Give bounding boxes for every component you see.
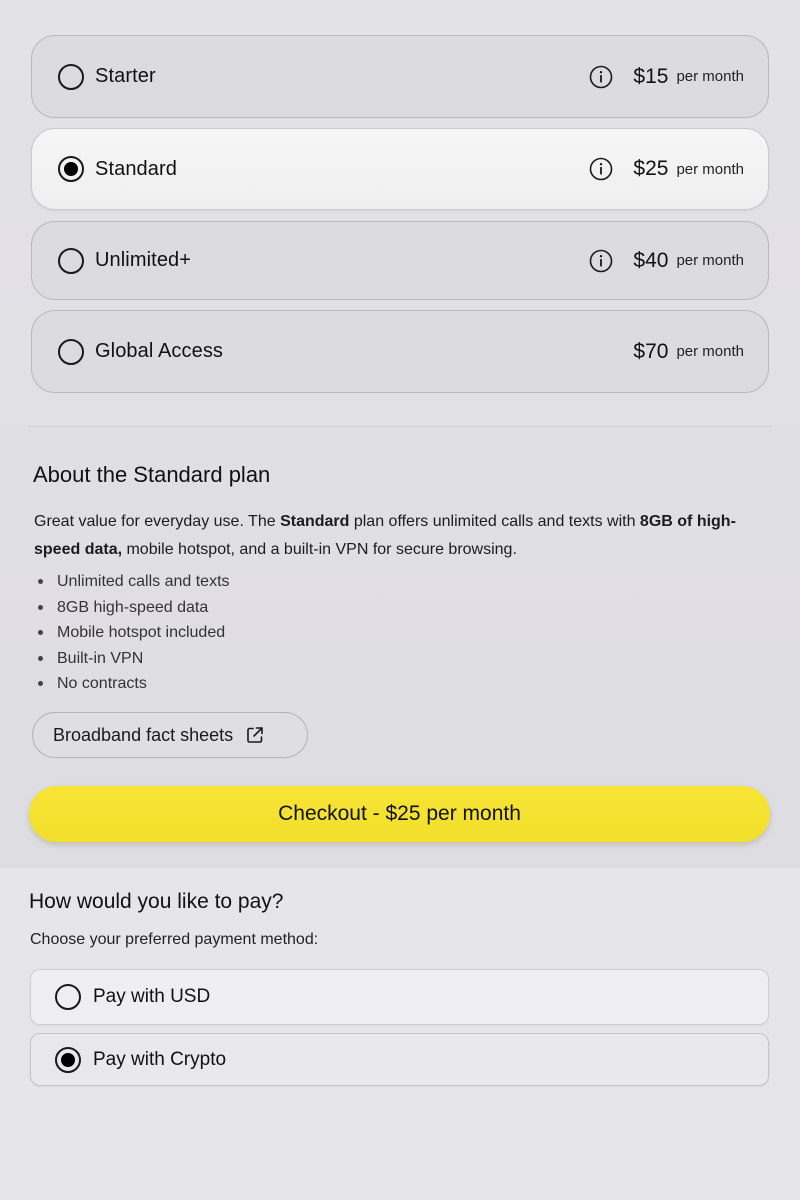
feature-item: Mobile hotspot included (38, 620, 230, 646)
feature-item: 8GB high-speed data (38, 595, 230, 621)
plan-period: per month (676, 68, 744, 85)
feature-list: Unlimited calls and texts 8GB high-speed… (38, 569, 230, 697)
plan-period: per month (676, 252, 744, 269)
feature-item: No contracts (38, 671, 230, 697)
description-text: mobile hotspot, and a built-in VPN for s… (122, 541, 517, 558)
section-divider (28, 426, 772, 427)
pay-option-usd[interactable]: Pay with USD (30, 969, 769, 1025)
bullet-icon (38, 655, 43, 661)
plan-price: $70 (633, 339, 669, 363)
pay-option-label: Pay with USD (93, 986, 211, 1007)
radio-unselected[interactable] (58, 63, 84, 90)
description-bold-plan: Standard (280, 513, 350, 530)
checkout-label: Checkout - $25 per month (278, 802, 521, 825)
bullet-icon (38, 604, 43, 610)
plan-name: Starter (95, 65, 156, 87)
broadband-fact-sheets-button[interactable]: Broadband fact sheets (32, 712, 308, 758)
radio-dot (61, 1052, 75, 1067)
feature-label: Mobile hotspot included (57, 624, 226, 641)
bullet-icon (38, 681, 43, 687)
plan-name: Standard (95, 157, 177, 180)
feature-label: Unlimited calls and texts (57, 573, 230, 590)
payment-title: How would you like to pay? (29, 890, 284, 913)
description-text: plan offers unlimited calls and texts wi… (349, 513, 640, 530)
radio-selected[interactable] (58, 156, 84, 182)
radio-unselected[interactable] (55, 984, 81, 1010)
payment-subtitle: Choose your preferred payment method: (30, 931, 319, 948)
radio-unselected[interactable] (58, 338, 84, 365)
bullet-icon (38, 579, 43, 585)
plan-option-unlimited-plus[interactable]: Unlimited+ $40 per month (31, 221, 769, 300)
feature-item: Built-in VPN (38, 646, 230, 672)
description-text: Great value for everyday use. The (34, 513, 281, 530)
plan-price: $15 (633, 64, 669, 88)
feature-label: No contracts (57, 675, 147, 692)
plan-period: per month (676, 160, 744, 178)
pay-option-label: Pay with Crypto (93, 1048, 227, 1070)
plan-name: Unlimited+ (95, 249, 192, 271)
plan-price: $25 (633, 157, 669, 180)
fact-sheets-label: Broadband fact sheets (53, 724, 234, 745)
plan-option-standard[interactable]: Standard $25 per month (31, 128, 769, 210)
info-icon[interactable] (589, 65, 613, 89)
plan-option-global-access[interactable]: Global Access $70 per month (31, 310, 769, 393)
pay-option-crypto[interactable]: Pay with Crypto (30, 1033, 769, 1086)
radio-unselected[interactable] (58, 247, 84, 274)
about-plan-title: About the Standard plan (33, 462, 271, 487)
radio-selected[interactable] (55, 1046, 81, 1073)
feature-label: 8GB high-speed data (57, 598, 209, 616)
info-icon[interactable] (589, 249, 613, 273)
bullet-icon (38, 630, 43, 636)
about-plan-description: Great value for everyday use. The Standa… (34, 508, 774, 564)
checkout-button[interactable]: Checkout - $25 per month (29, 786, 770, 842)
external-link-icon (247, 727, 263, 743)
info-icon[interactable] (589, 157, 613, 181)
plan-name: Global Access (95, 340, 224, 362)
plan-period: per month (676, 343, 744, 360)
plan-option-starter[interactable]: Starter $15 per month (31, 35, 769, 118)
feature-item: Unlimited calls and texts (38, 569, 230, 595)
plan-price: $40 (633, 248, 669, 272)
radio-dot (64, 162, 78, 176)
feature-label: Built-in VPN (57, 649, 144, 667)
